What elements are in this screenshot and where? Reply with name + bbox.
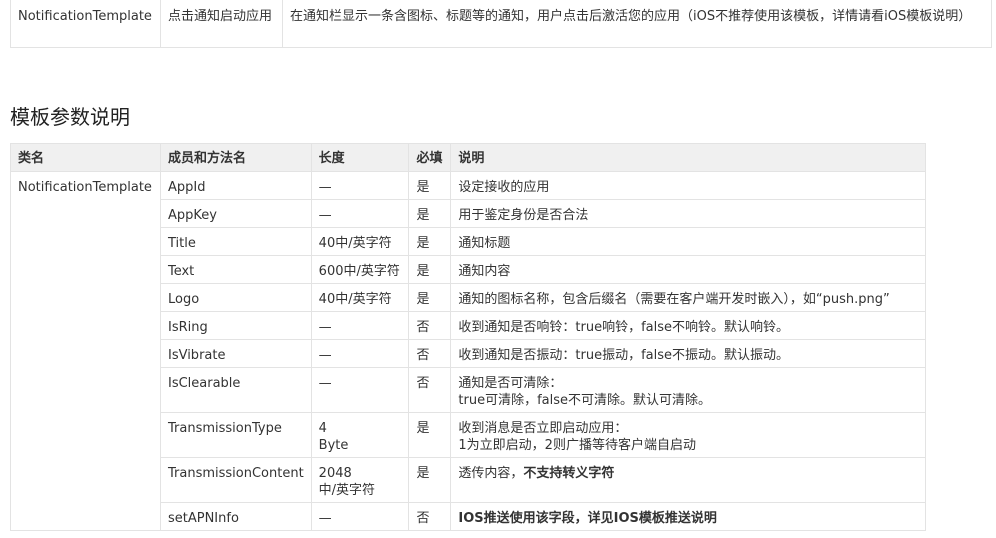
section-title: 模板参数说明 <box>10 105 130 129</box>
description-line: 通知是否可清除： <box>458 376 563 391</box>
member-cell: AppId <box>159 171 312 200</box>
description-line: 收到消息是否立即启动应用： <box>458 421 628 436</box>
required-cell: 是 <box>408 457 452 503</box>
required-cell: 是 <box>408 171 452 200</box>
description-cell: 通知是否可清除： true可清除，false不可清除。默认可清除。 <box>450 367 926 413</box>
length-cell: 4 Byte <box>310 412 410 458</box>
required-cell: 否 <box>408 367 452 413</box>
length-cell: — <box>310 199 410 228</box>
description-emphasis: IOS推送使用该字段，详见IOS模板推送说明 <box>458 511 717 526</box>
length-cell: — <box>310 171 410 200</box>
length-line: 4 <box>318 421 327 436</box>
required-cell: 否 <box>408 502 452 531</box>
required-cell: 否 <box>408 311 452 340</box>
required-cell: 是 <box>408 412 452 458</box>
template-list-table: NotificationTemplate 点击通知启动应用 在通知栏显示一条含图… <box>10 0 992 48</box>
required-cell: 是 <box>408 255 452 284</box>
member-cell: setAPNInfo <box>159 502 312 531</box>
length-cell: — <box>310 311 410 340</box>
length-cell: — <box>310 339 410 368</box>
member-cell: IsVibrate <box>159 339 312 368</box>
required-cell: 是 <box>408 227 452 256</box>
params-header-row: 类名 成员和方法名 长度 必填 说明 <box>10 143 926 172</box>
description-cell: IOS推送使用该字段，详见IOS模板推送说明 <box>450 502 926 531</box>
required-cell: 是 <box>408 199 452 228</box>
description-cell: 透传内容，不支持转义字符 <box>450 457 926 503</box>
required-cell: 是 <box>408 283 452 312</box>
member-cell: Title <box>159 227 312 256</box>
description-cell: 收到通知是否响铃：true响铃，false不响铃。默认响铃。 <box>450 311 926 340</box>
template-function-cell: 点击通知启动应用 <box>160 0 283 48</box>
member-cell: Logo <box>159 283 312 312</box>
description-cell: 通知内容 <box>450 255 926 284</box>
description-cell: 设定接收的应用 <box>450 171 926 200</box>
length-line: Byte <box>318 438 349 453</box>
length-cell: 600中/英字符 <box>310 255 410 284</box>
description-emphasis: 不支持转义字符 <box>523 466 615 481</box>
description-cell: 通知标题 <box>450 227 926 256</box>
length-cell: 2048 中/英字符 <box>310 457 410 503</box>
params-table: 类名 成员和方法名 长度 必填 说明 NotificationTemplate … <box>10 143 926 531</box>
member-cell: IsClearable <box>159 367 312 413</box>
length-line: 2048 <box>318 466 352 481</box>
header-class: 类名 <box>10 143 161 172</box>
required-cell: 否 <box>408 339 452 368</box>
template-description-cell: 在通知栏显示一条含图标、标题等的通知，用户点击后激活您的应用（iOS不推荐使用该… <box>282 0 992 48</box>
table-row: NotificationTemplate 点击通知启动应用 在通知栏显示一条含图… <box>10 0 992 48</box>
description-line: true可清除，false不可清除。默认可清除。 <box>458 393 712 408</box>
header-length: 长度 <box>310 143 410 172</box>
length-line: 中/英字符 <box>318 483 376 498</box>
length-cell: 40中/英字符 <box>310 283 410 312</box>
length-cell: 40中/英字符 <box>310 227 410 256</box>
description-cell: 通知的图标名称，包含后缀名（需要在客户端开发时嵌入），如“push.png” <box>450 283 926 312</box>
length-cell: — <box>310 367 410 413</box>
description-cell: 用于鉴定身份是否合法 <box>450 199 926 228</box>
member-cell: Text <box>159 255 312 284</box>
member-cell: IsRing <box>159 311 312 340</box>
template-class-cell: NotificationTemplate <box>10 0 161 48</box>
header-description: 说明 <box>450 143 926 172</box>
description-line: 1为立即启动，2则广播等待客户端自启动 <box>458 438 696 453</box>
length-cell: — <box>310 502 410 531</box>
description-text: 透传内容， <box>458 466 524 481</box>
table-row: NotificationTemplate AppId — 是 设定接收的应用 <box>10 171 926 531</box>
header-member: 成员和方法名 <box>159 143 312 172</box>
member-cell: AppKey <box>159 199 312 228</box>
description-cell: 收到消息是否立即启动应用： 1为立即启动，2则广播等待客户端自启动 <box>450 412 926 458</box>
header-required: 必填 <box>408 143 452 172</box>
class-name-cell: NotificationTemplate <box>10 171 161 531</box>
description-cell: 收到通知是否振动：true振动，false不振动。默认振动。 <box>450 339 926 368</box>
member-cell: TransmissionContent <box>159 457 312 503</box>
member-cell: TransmissionType <box>159 412 312 458</box>
